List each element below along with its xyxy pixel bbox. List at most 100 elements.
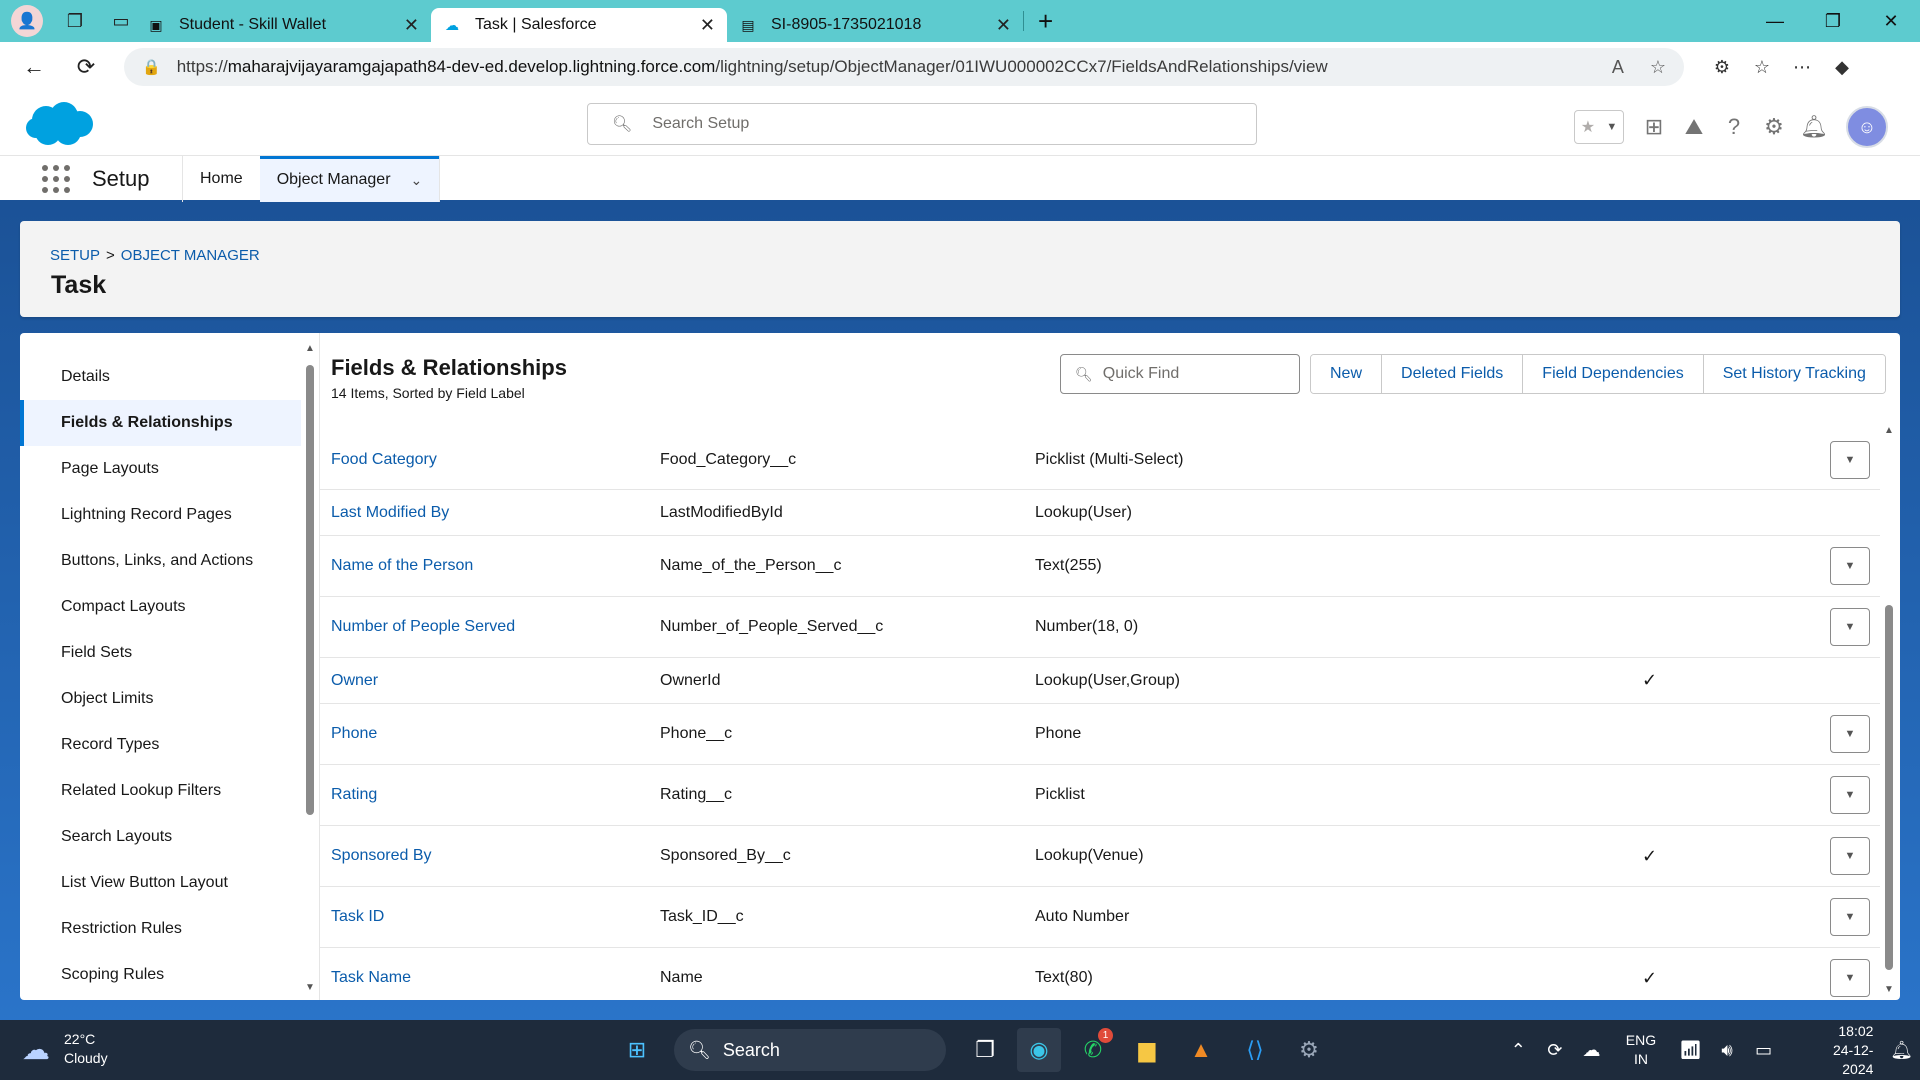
- sidebar-item-search-layouts[interactable]: Search Layouts: [20, 814, 301, 860]
- volume-icon[interactable]: 🔊︎: [1709, 1040, 1746, 1061]
- set-history-tracking-button[interactable]: Set History Tracking: [1703, 355, 1885, 393]
- close-icon[interactable]: ✕: [996, 15, 1011, 36]
- back-arrow-icon[interactable]: ←: [16, 49, 52, 85]
- row-actions-dropdown[interactable]: ▼: [1830, 898, 1870, 936]
- close-icon[interactable]: ✕: [700, 15, 715, 36]
- workspaces-icon[interactable]: ❐: [61, 7, 89, 35]
- salesforce-logo[interactable]: [24, 100, 96, 150]
- notification-bell-icon[interactable]: 🔔︎: [1883, 1040, 1920, 1061]
- sidebar-item-compact-layouts[interactable]: Compact Layouts: [20, 584, 301, 630]
- sidebar-scrollbar[interactable]: ▲ ▼: [304, 343, 316, 993]
- field-label-link[interactable]: Rating: [331, 786, 377, 804]
- onedrive-icon[interactable]: ☁: [1573, 1040, 1610, 1061]
- battery-icon[interactable]: ▭: [1745, 1040, 1782, 1061]
- sidebar-item-related-lookup-filters[interactable]: Related Lookup Filters: [20, 768, 301, 814]
- row-actions-dropdown[interactable]: ▼: [1830, 440, 1870, 479]
- field-label-link[interactable]: Name of the Person: [331, 557, 473, 575]
- scrollbar-thumb[interactable]: [306, 365, 314, 815]
- row-actions-dropdown[interactable]: ▼: [1830, 608, 1870, 646]
- lock-icon[interactable]: 🔒: [142, 58, 161, 76]
- global-actions-icon[interactable]: ⊞: [1634, 114, 1674, 140]
- url-field[interactable]: 🔒 https://maharajvijayaramgajapath84-dev…: [124, 48, 1684, 86]
- taskbar-search[interactable]: 🔍︎ Search: [674, 1029, 946, 1071]
- minimize-icon[interactable]: —: [1746, 11, 1804, 32]
- restore-icon[interactable]: ❐: [1804, 11, 1862, 32]
- deleted-fields-button[interactable]: Deleted Fields: [1382, 355, 1524, 393]
- content-scrollbar[interactable]: ▲ ▼: [1883, 425, 1895, 995]
- sidebar-item-fields-relationships[interactable]: Fields & Relationships: [20, 400, 301, 446]
- sync-icon[interactable]: ⟳: [1537, 1040, 1574, 1061]
- nav-item-home[interactable]: Home: [183, 156, 260, 202]
- language-indicator[interactable]: ENG IN: [1626, 1031, 1656, 1069]
- more-icon[interactable]: ⋯: [1782, 57, 1822, 78]
- sidebar-item-restriction-rules[interactable]: Restriction Rules: [20, 906, 301, 952]
- sidebar-item-lightning-record-pages[interactable]: Lightning Record Pages: [20, 492, 301, 538]
- field-label-link[interactable]: Number of People Served: [331, 618, 515, 636]
- clock[interactable]: 18:02 24-12-2024: [1808, 1022, 1873, 1079]
- sidebar-item-page-layouts[interactable]: Page Layouts: [20, 446, 301, 492]
- new-tab-icon[interactable]: +: [1038, 6, 1053, 37]
- browser-tab-salesforce[interactable]: ☁ Task | Salesforce ✕: [431, 8, 727, 42]
- refresh-icon[interactable]: ⟳: [68, 49, 104, 85]
- chevron-down-icon[interactable]: ⌄: [411, 172, 423, 189]
- setup-gear-icon[interactable]: ⚙: [1754, 114, 1794, 140]
- scroll-up-icon[interactable]: ▲: [1883, 425, 1895, 436]
- sidebar-item-field-sets[interactable]: Field Sets: [20, 630, 301, 676]
- whatsapp-icon[interactable]: ✆ 1: [1071, 1028, 1115, 1072]
- scrollbar-thumb[interactable]: [1885, 605, 1893, 970]
- browser-profile-avatar[interactable]: 👤: [11, 5, 43, 37]
- vlc-icon[interactable]: ▲: [1179, 1028, 1223, 1072]
- vscode-icon[interactable]: ⟨⟩: [1233, 1028, 1277, 1072]
- extensions-icon[interactable]: ⚙: [1702, 57, 1742, 78]
- copilot-icon[interactable]: ◆: [1822, 57, 1862, 78]
- help-icon[interactable]: ?: [1714, 114, 1754, 140]
- quick-find-input[interactable]: 🔍︎ Quick Find: [1060, 354, 1300, 394]
- file-explorer-icon[interactable]: ▆: [1125, 1028, 1169, 1072]
- field-label-link[interactable]: Owner: [331, 672, 378, 690]
- favorites-button[interactable]: ★ ▼: [1574, 110, 1624, 144]
- sidebar-item-record-types[interactable]: Record Types: [20, 722, 301, 768]
- search-setup-input[interactable]: 🔍︎ Search Setup: [587, 103, 1257, 145]
- sidebar-item-list-view-button-layout[interactable]: List View Button Layout: [20, 860, 301, 906]
- favorite-star-icon[interactable]: ☆: [1650, 57, 1666, 78]
- scroll-up-icon[interactable]: ▲: [304, 343, 316, 354]
- app-launcher-icon[interactable]: [42, 164, 70, 193]
- windows-start-icon[interactable]: ⊞: [615, 1028, 659, 1072]
- nav-item-object-manager[interactable]: Object Manager ⌄: [259, 155, 440, 202]
- edge-browser-icon[interactable]: ◉: [1017, 1028, 1061, 1072]
- task-view-icon[interactable]: ❐: [963, 1028, 1007, 1072]
- favorites-icon[interactable]: ☆: [1742, 57, 1782, 78]
- close-window-icon[interactable]: ✕: [1862, 11, 1920, 32]
- sidebar-item-scoping-rules[interactable]: Scoping Rules: [20, 952, 301, 998]
- row-actions-dropdown[interactable]: ▼: [1830, 837, 1870, 875]
- field-label-link[interactable]: Food Category: [331, 451, 437, 469]
- field-label-link[interactable]: Sponsored By: [331, 847, 432, 865]
- browser-tab-skill-wallet[interactable]: ▣ Student - Skill Wallet ✕: [135, 8, 431, 42]
- notifications-bell-icon[interactable]: 🔔︎: [1794, 114, 1834, 140]
- sidebar-item-object-limits[interactable]: Object Limits: [20, 676, 301, 722]
- chevron-up-icon[interactable]: ⌃: [1500, 1040, 1537, 1061]
- new-button[interactable]: New: [1311, 355, 1383, 393]
- close-icon[interactable]: ✕: [404, 15, 419, 36]
- browser-tab-document[interactable]: ▤ SI-8905-1735021018 ✕: [727, 8, 1023, 42]
- settings-icon[interactable]: ⚙: [1287, 1028, 1331, 1072]
- row-actions-dropdown[interactable]: ▼: [1830, 776, 1870, 814]
- weather-widget[interactable]: ☁ 22°C Cloudy: [22, 1030, 108, 1068]
- user-avatar[interactable]: ☺: [1846, 106, 1888, 148]
- row-actions-dropdown[interactable]: ▼: [1830, 547, 1870, 585]
- field-label-link[interactable]: Task Name: [331, 969, 411, 987]
- sidebar-item-buttons-links-actions[interactable]: Buttons, Links, and Actions: [20, 538, 301, 584]
- field-label-link[interactable]: Task ID: [331, 908, 384, 926]
- breadcrumb-object-manager-link[interactable]: OBJECT MANAGER: [121, 247, 260, 264]
- field-label-link[interactable]: Last Modified By: [331, 504, 449, 522]
- wifi-icon[interactable]: 📶︎: [1672, 1040, 1709, 1061]
- breadcrumb-setup-link[interactable]: SETUP: [50, 247, 100, 264]
- sidebar-item-details[interactable]: Details: [20, 354, 301, 400]
- scroll-down-icon[interactable]: ▼: [304, 982, 316, 993]
- row-actions-dropdown[interactable]: ▼: [1830, 715, 1870, 753]
- field-label-link[interactable]: Phone: [331, 725, 377, 743]
- scroll-down-icon[interactable]: ▼: [1883, 984, 1895, 995]
- tab-actions-icon[interactable]: ▭: [107, 7, 135, 35]
- row-actions-dropdown[interactable]: ▼: [1830, 959, 1870, 997]
- trailhead-icon[interactable]: ⛰: [1674, 114, 1714, 140]
